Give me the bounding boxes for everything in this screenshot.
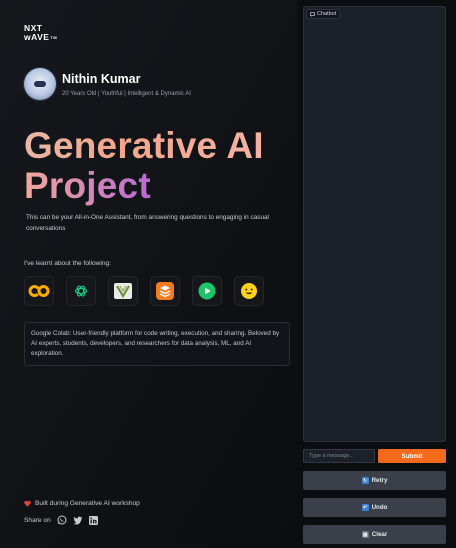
share-label: Share on — [24, 516, 51, 524]
profile-name: Nithin Kumar — [62, 72, 141, 86]
right-panel: Chatbot Submit ↻ Retry ↶ Undo ▤ Clear — [298, 0, 456, 548]
logo-line-2: wAVE — [24, 32, 50, 42]
chatgpt-icon — [74, 285, 88, 297]
retry-icon: ↻ — [361, 477, 369, 484]
chatbot-window[interactable]: Chatbot — [303, 6, 446, 442]
vertex-ai-icon — [114, 283, 132, 299]
chatbot-label-text: Chatbot — [317, 11, 337, 17]
retry-button[interactable]: ↻ Retry — [303, 471, 446, 490]
tool-chatgpt[interactable] — [66, 276, 96, 306]
avatar — [24, 68, 56, 100]
description: This can be your All-in-One Assistant, f… — [26, 214, 269, 232]
heart-icon — [24, 500, 31, 507]
page-title: Generative AI Project — [24, 126, 264, 206]
whatsapp-icon[interactable] — [57, 515, 67, 525]
clear-label: Clear — [371, 531, 388, 538]
trash-icon: ▤ — [361, 531, 369, 538]
learnt-heading: I've learnt about the following: — [24, 260, 112, 267]
google-colab-icon — [28, 285, 50, 297]
logo-tm: TM — [50, 35, 58, 40]
play-icon — [198, 282, 216, 300]
tool-info-box: Google Colab: User-friendly platform for… — [24, 322, 290, 366]
title-line-2: Project — [24, 166, 264, 206]
undo-icon: ↶ — [361, 504, 369, 511]
tool-gemini-stack[interactable] — [150, 276, 180, 306]
profile-tagline: 20 Years Old | Youthful | Intelligent & … — [62, 91, 191, 97]
undo-button[interactable]: ↶ Undo — [303, 498, 446, 517]
tool-vertex-ai[interactable] — [108, 276, 138, 306]
hugging-face-icon — [241, 283, 257, 299]
tool-google-colab[interactable] — [24, 276, 54, 306]
title-line-1: Generative AI — [24, 125, 264, 166]
tools-row — [24, 276, 264, 306]
message-input[interactable] — [303, 449, 375, 463]
linkedin-icon[interactable] — [88, 515, 98, 525]
retry-label: Retry — [371, 477, 388, 484]
undo-label: Undo — [371, 504, 388, 511]
tool-play[interactable] — [192, 276, 222, 306]
chat-icon — [310, 11, 315, 17]
nxtwave-logo: NXT wAVETM — [24, 24, 57, 42]
chatbot-label: Chatbot — [306, 9, 341, 19]
gemini-stack-icon — [156, 282, 174, 300]
clear-button[interactable]: ▤ Clear — [303, 525, 446, 544]
built-line: Built during Generative AI workshop — [24, 500, 140, 507]
share-row: Share on — [24, 515, 98, 525]
built-text: Built during Generative AI workshop — [35, 500, 140, 507]
submit-button[interactable]: Submit — [378, 449, 446, 463]
twitter-icon[interactable] — [73, 516, 83, 525]
tool-hugging-face[interactable] — [234, 276, 264, 306]
left-panel: NXT wAVETM Nithin Kumar 20 Years Old | Y… — [0, 0, 298, 548]
